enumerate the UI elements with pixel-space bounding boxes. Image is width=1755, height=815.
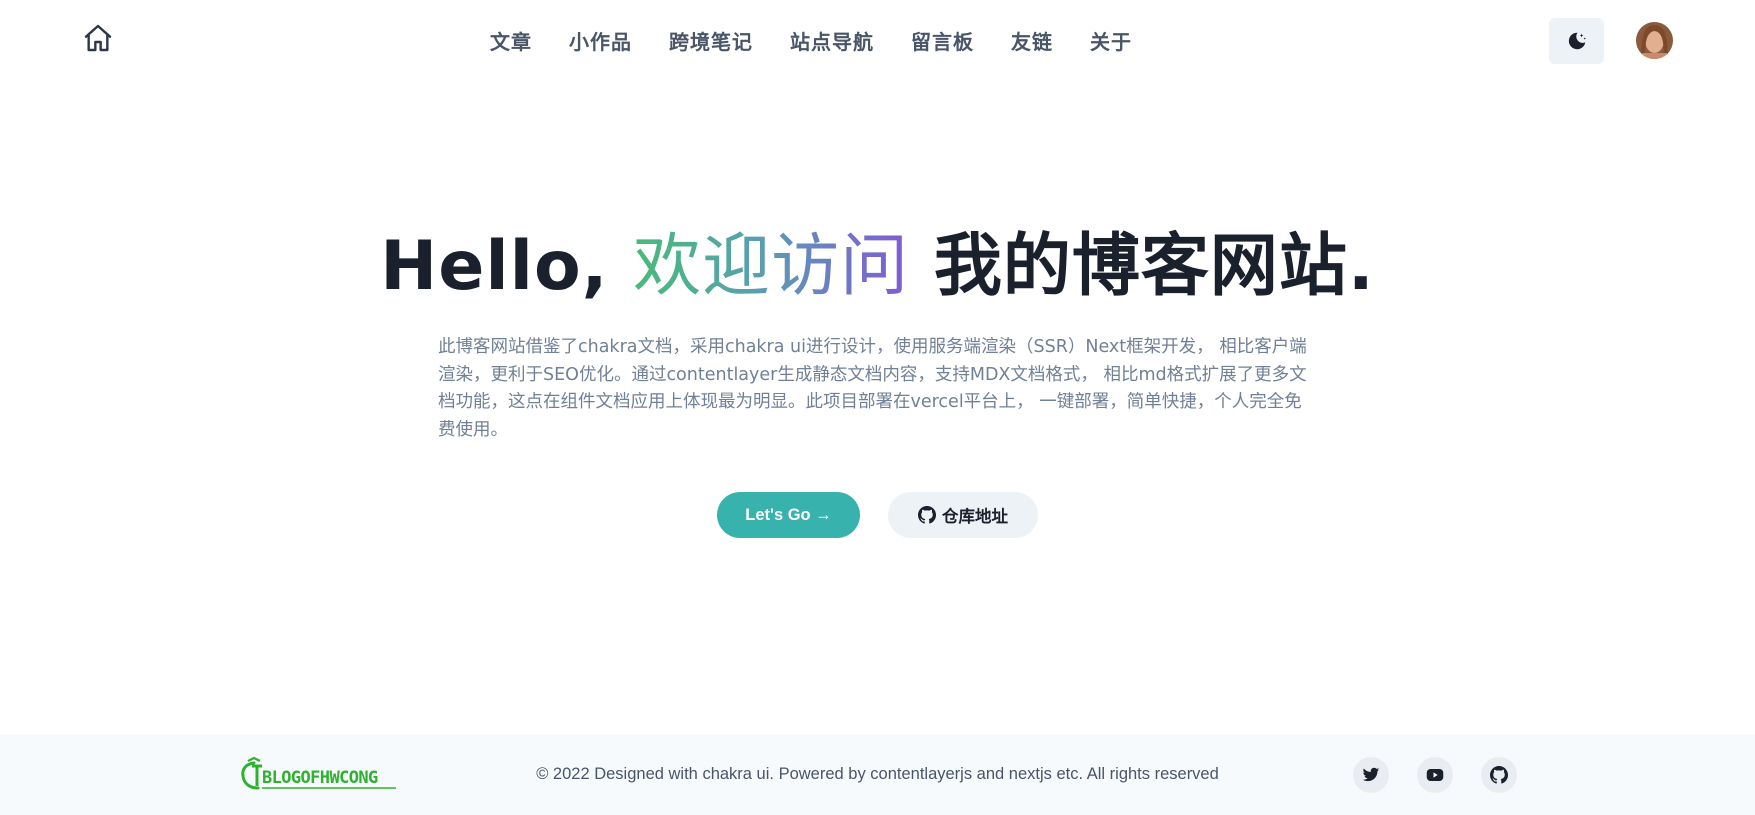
- lets-go-button[interactable]: Let's Go →: [717, 492, 860, 538]
- site-header: 文章 小作品 跨境笔记 站点导航 留言板 友链 关于: [0, 0, 1755, 80]
- repository-button[interactable]: 仓库地址: [888, 492, 1038, 538]
- home-button[interactable]: [80, 20, 116, 56]
- main-nav: 文章 小作品 跨境笔记 站点导航 留言板 友链 关于: [490, 22, 1169, 58]
- twitter-icon: [1362, 767, 1380, 782]
- nav-item-about[interactable]: 关于: [1090, 26, 1132, 55]
- repository-button-label: 仓库地址: [942, 507, 1008, 526]
- github-icon: [918, 506, 936, 524]
- youtube-link[interactable]: [1417, 757, 1453, 793]
- home-icon: [84, 24, 112, 52]
- hero-title-suffix: 我的博客网站.: [909, 227, 1375, 306]
- nav-item-message-board[interactable]: 留言板: [911, 26, 974, 55]
- nav-item-friend-links[interactable]: 友链: [1011, 26, 1053, 55]
- hero-title-prefix: Hello,: [380, 227, 634, 306]
- hero-description: 此博客网站借鉴了chakra文档，采用chakra ui进行设计，使用服务端渲染…: [438, 337, 1307, 440]
- nav-item-articles[interactable]: 文章: [490, 26, 532, 55]
- user-avatar[interactable]: [1636, 22, 1673, 59]
- nav-item-works[interactable]: 小作品: [569, 26, 632, 55]
- avatar-image: [1636, 22, 1673, 59]
- hero-title: Hello, 欢迎访问 我的博客网站.: [0, 210, 1755, 309]
- moon-icon: [1568, 32, 1586, 50]
- nav-item-crossborder-notes[interactable]: 跨境笔记: [669, 26, 753, 55]
- twitter-link[interactable]: [1353, 757, 1389, 793]
- github-link[interactable]: [1481, 757, 1517, 793]
- github-icon: [1490, 766, 1508, 784]
- site-footer: BLOGOFHWCONG © 2022 Designed with chakra…: [0, 735, 1755, 815]
- theme-toggle-button[interactable]: [1549, 18, 1604, 64]
- nav-item-site-navigation[interactable]: 站点导航: [790, 26, 874, 55]
- youtube-icon: [1426, 769, 1444, 781]
- hero-title-highlight: 欢迎访问: [633, 227, 910, 306]
